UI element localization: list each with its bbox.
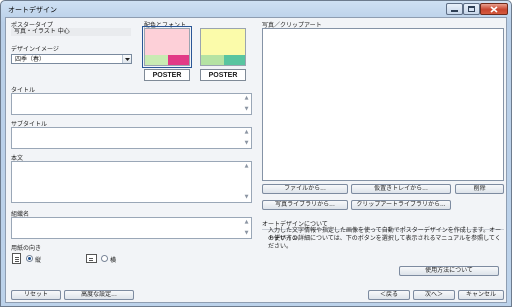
swatch-1-font-preview[interactable]: POSTER xyxy=(144,69,190,81)
back-button[interactable]: ＜戻る xyxy=(368,290,410,300)
orientation-label: 用紙の向き xyxy=(11,245,42,252)
cancel-button[interactable]: キャンセル xyxy=(458,290,504,300)
organization-input[interactable]: ▲ ▼ xyxy=(11,217,252,239)
portrait-page-icon xyxy=(12,253,21,264)
design-image-label: デザインイメージ xyxy=(11,46,59,53)
dialog-client-area: ポスタータイプ 写真・イラスト 中心 デザインイメージ 四季（春） タイトル ▲… xyxy=(5,17,507,303)
design-image-select[interactable]: 四季（春） xyxy=(11,54,132,64)
poster-type-value: 写真・イラスト 中心 xyxy=(11,28,131,36)
from-tray-button[interactable]: 仮置きトレイから... xyxy=(351,184,451,194)
organization-scrollbar[interactable]: ▲ ▼ xyxy=(242,218,251,238)
scroll-down-icon[interactable]: ▼ xyxy=(244,195,249,200)
scroll-up-icon[interactable]: ▲ xyxy=(244,130,249,135)
title-bar[interactable]: オートデザイン xyxy=(1,1,511,18)
how-to-use-button[interactable]: 使用方法について xyxy=(399,266,499,276)
window-title: オートデザイン xyxy=(8,6,57,14)
next-button[interactable]: 次へ＞ xyxy=(413,290,455,300)
landscape-radio[interactable] xyxy=(101,255,108,262)
design-image-selected-value: 四季（春） xyxy=(15,56,46,63)
swatch-2-accent-color xyxy=(224,55,245,65)
maximize-icon xyxy=(468,6,475,12)
delete-button[interactable]: 削除 xyxy=(455,184,504,194)
scroll-up-icon[interactable]: ▲ xyxy=(244,220,249,225)
photo-library-button[interactable]: 写真ライブラリから... xyxy=(262,200,348,210)
scroll-up-icon[interactable]: ▲ xyxy=(244,164,249,169)
minimize-icon xyxy=(451,10,458,12)
swatch-1-sub-color xyxy=(145,55,168,65)
chevron-down-icon[interactable] xyxy=(122,55,131,63)
swatch-2-sub-color xyxy=(201,55,224,65)
dialog-window: オートデザイン ポスタータイプ 写真・イラスト 中心 デザインイメージ 四季（春… xyxy=(0,0,512,307)
from-file-button[interactable]: ファイルから... xyxy=(262,184,348,194)
about-text-line-2: の使い方の詳細については、下のボタンを選択して表示されるマニュアルを参照してくだ… xyxy=(268,235,501,250)
color-scheme-swatch-2[interactable] xyxy=(200,28,246,66)
clipart-library-button[interactable]: クリップアートライブラリから... xyxy=(351,200,451,210)
swatch-2-main-color xyxy=(201,29,245,55)
scroll-down-icon[interactable]: ▼ xyxy=(244,141,249,146)
subtitle-input[interactable]: ▲ ▼ xyxy=(11,127,252,149)
scroll-up-icon[interactable]: ▲ xyxy=(244,96,249,101)
title-input[interactable]: ▲ ▼ xyxy=(11,93,252,115)
swatch-1-accent-color xyxy=(168,55,189,65)
portrait-radio[interactable] xyxy=(26,255,33,262)
subtitle-scrollbar[interactable]: ▲ ▼ xyxy=(242,128,251,148)
reset-button[interactable]: リセット xyxy=(11,290,61,300)
title-scrollbar[interactable]: ▲ ▼ xyxy=(242,94,251,114)
color-scheme-swatch-1[interactable] xyxy=(142,26,192,68)
body-input[interactable]: ▲ ▼ xyxy=(11,161,252,203)
portrait-label: 縦 xyxy=(35,257,42,264)
body-scrollbar[interactable]: ▲ ▼ xyxy=(242,162,251,202)
advanced-settings-button[interactable]: 高度な設定... xyxy=(64,290,134,300)
scroll-down-icon[interactable]: ▼ xyxy=(244,231,249,236)
landscape-page-icon xyxy=(86,254,97,263)
maximize-button[interactable] xyxy=(463,3,480,15)
landscape-label: 横 xyxy=(110,257,117,264)
clipart-preview-area[interactable] xyxy=(262,28,504,181)
scroll-down-icon[interactable]: ▼ xyxy=(244,107,249,112)
swatch-1-main-color xyxy=(145,29,189,55)
close-button[interactable] xyxy=(480,3,508,15)
close-icon xyxy=(490,5,498,13)
swatch-2-font-preview[interactable]: POSTER xyxy=(200,69,246,81)
minimize-button[interactable] xyxy=(446,3,463,15)
